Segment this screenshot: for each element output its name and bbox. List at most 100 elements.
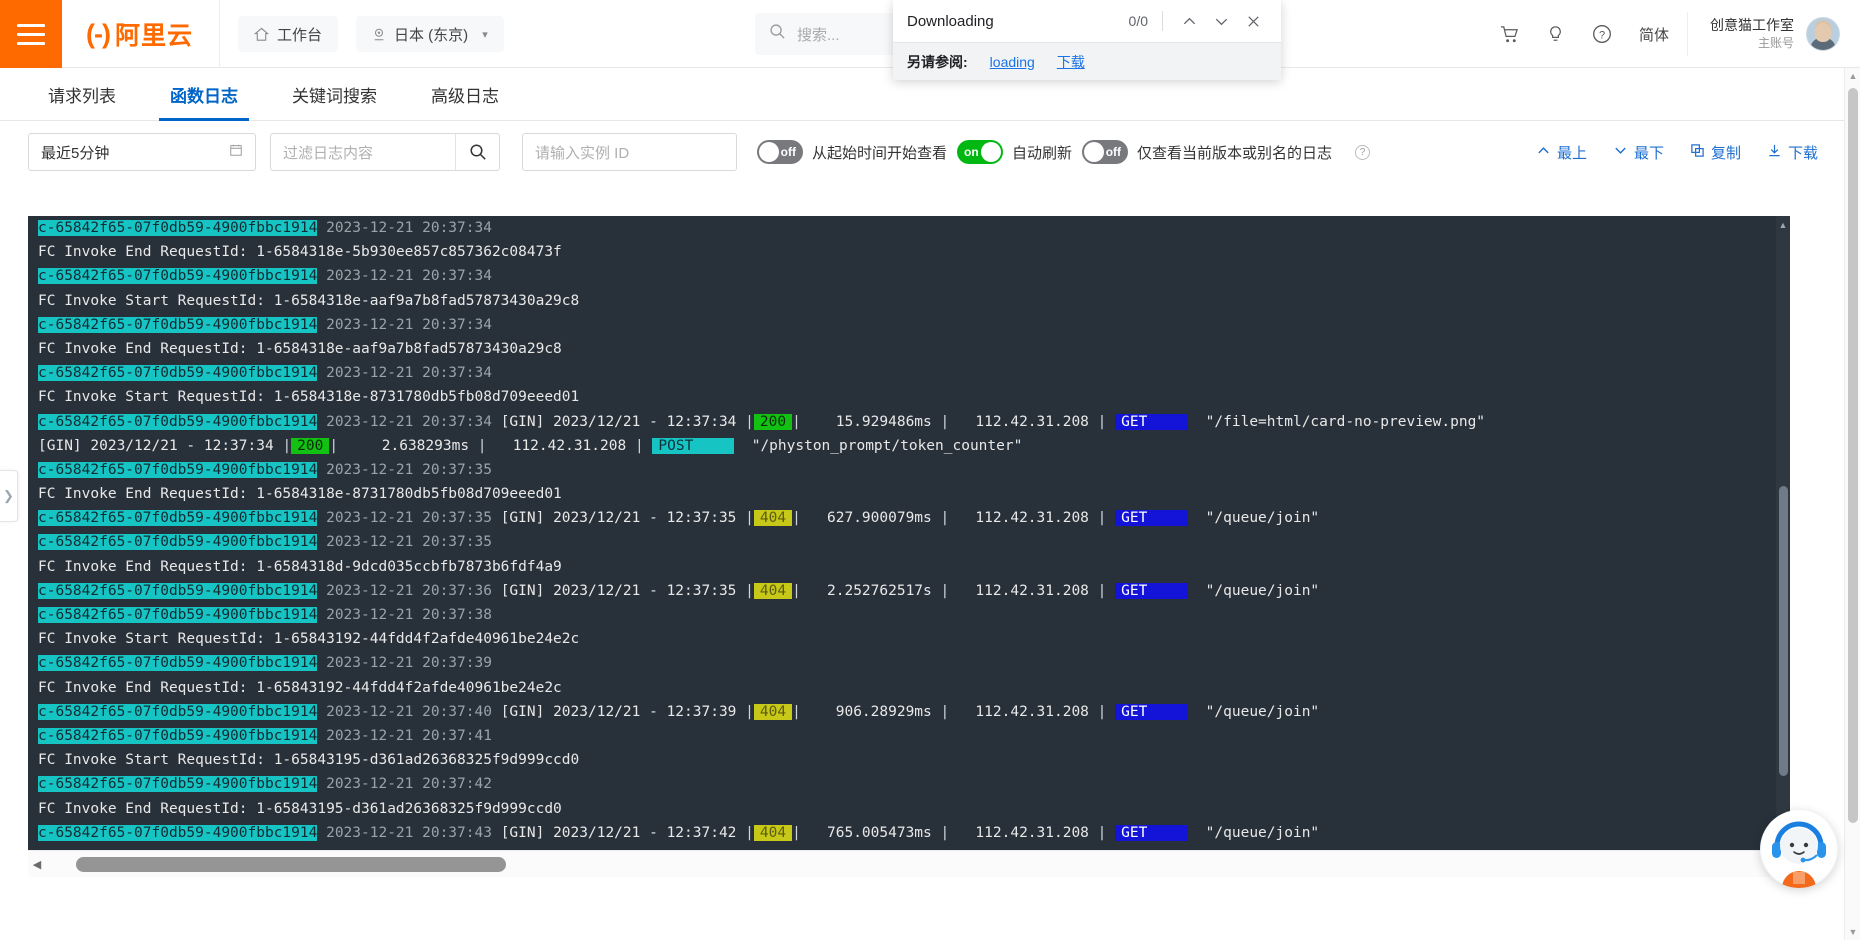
svg-text:?: ? xyxy=(1599,30,1605,42)
toggle-start-from-begin-label: 从起始时间开始查看 xyxy=(812,144,948,162)
toolbar-actions: 最上 最下 复制 下载 xyxy=(1536,142,1818,163)
download-icon xyxy=(1767,143,1782,162)
user-name: 创意猫工作室 xyxy=(1710,17,1794,34)
log-line: [GIN] 2023/12/21 - 12:37:34 | 200 | 2.6382… xyxy=(38,437,1023,454)
tab-advanced-logs[interactable]: 高级日志 xyxy=(427,82,503,120)
log-line: c-65842f65-07f0db59-4900fbbc1914 2023-12… xyxy=(38,268,492,285)
see-also-label: 另请参阅: xyxy=(907,53,968,70)
time-range-picker[interactable]: 最近5分钟 xyxy=(28,133,256,171)
log-line: c-65842f65-07f0db59-4900fbbc1914 2023-12… xyxy=(38,534,492,551)
copy-icon xyxy=(1690,143,1705,162)
language-selector[interactable]: 简体 xyxy=(1625,24,1683,45)
log-filter-input[interactable]: 过滤日志内容 xyxy=(270,133,500,171)
hscroll-track[interactable] xyxy=(46,851,1818,878)
global-search-placeholder: 搜索... xyxy=(797,26,840,44)
workbench-label: 工作台 xyxy=(277,26,323,44)
lightbulb-icon[interactable] xyxy=(1533,0,1579,68)
shopping-cart-icon[interactable] xyxy=(1487,0,1533,68)
log-vertical-scrollbar[interactable]: ▲ ▼ xyxy=(1776,216,1790,850)
log-viewport[interactable]: c-65842f65-07f0db59-4900fbbc1914 2023-12… xyxy=(28,216,1790,850)
log-line: FC Invoke End RequestId: 1-65843195-d361… xyxy=(38,800,562,817)
log-toolbar: 最近5分钟 过滤日志内容 请输入实例 ID off 从起始时间开始查看 on 自… xyxy=(0,121,1860,183)
download-see-also-bar: 另请参阅: loading 下载 xyxy=(893,42,1281,80)
aliyun-logo-mark: (-) xyxy=(86,18,111,49)
log-line: c-65842f65-07f0db59-4900fbbc1914 2023-12… xyxy=(38,316,492,333)
assistant-mascot-graphic xyxy=(1761,811,1837,888)
copy-logs-label: 复制 xyxy=(1710,144,1741,162)
user-names: 创意猫工作室 主账号 xyxy=(1710,16,1794,51)
help-circle-icon[interactable]: ? xyxy=(1355,144,1371,160)
aliyun-logo[interactable]: (-) 阿里云 xyxy=(62,0,220,68)
tab-request-list[interactable]: 请求列表 xyxy=(44,82,120,120)
search-icon[interactable] xyxy=(455,134,499,170)
divider xyxy=(1162,11,1163,31)
tab-keyword-search[interactable]: 关键词搜索 xyxy=(288,82,381,120)
log-horizontal-scrollbar[interactable]: ◀ ▶ xyxy=(28,850,1818,877)
toggle-auto-refresh-switch[interactable]: on xyxy=(957,140,1004,164)
log-line: FC Invoke End RequestId: 1-6584318e-5b93… xyxy=(38,244,562,261)
chevron-up-icon[interactable] xyxy=(1173,5,1205,37)
log-line: FC Invoke End RequestId: 1-6584318e-aaf9… xyxy=(38,340,562,357)
hamburger-icon[interactable] xyxy=(0,0,62,68)
toggle-start-from-begin-switch[interactable]: off xyxy=(757,140,803,164)
toggle-knob xyxy=(759,142,779,162)
scrollbar-up-arrow[interactable]: ▲ xyxy=(1777,218,1789,232)
download-logs-button[interactable]: 下载 xyxy=(1767,142,1818,163)
chevron-down-icon: ▾ xyxy=(482,28,488,41)
log-line: FC Invoke End RequestId: 1-6584318d-9dcd… xyxy=(38,558,562,575)
page-scroll-down-arrow[interactable]: ▼ xyxy=(1845,924,1860,940)
log-vertical-scroll-thumb[interactable] xyxy=(1779,486,1788,776)
user-role: 主账号 xyxy=(1757,36,1794,51)
page-scroll-up-arrow[interactable]: ▲ xyxy=(1845,68,1860,84)
header-right-group: ? 简体 创意猫工作室 主账号 xyxy=(1487,0,1860,68)
log-line: c-65842f65-07f0db59-4900fbbc1914 2023-12… xyxy=(38,655,492,672)
region-selector[interactable]: 日本 (东京) ▾ xyxy=(356,16,504,52)
log-line: c-65842f65-07f0db59-4900fbbc1914 2023-12… xyxy=(38,824,1320,841)
location-pin-icon xyxy=(372,27,386,42)
download-popup: Downloading 0/0 另请参阅: loading 下载 xyxy=(893,0,1281,80)
chevron-up-icon xyxy=(1536,143,1551,162)
log-line: c-65842f65-07f0db59-4900fbbc1914 2023-12… xyxy=(38,727,492,744)
search-icon xyxy=(769,23,786,45)
log-line: FC Invoke Start RequestId: 1-65843195-d3… xyxy=(38,752,580,769)
log-line: c-65842f65-07f0db59-4900fbbc1914 2023-12… xyxy=(38,220,492,236)
log-line: FC Invoke End RequestId: 1-6584318e-8731… xyxy=(38,486,562,503)
copy-logs-button[interactable]: 复制 xyxy=(1690,142,1741,163)
see-also-link-download[interactable]: 下载 xyxy=(1057,52,1085,72)
chevron-down-icon[interactable] xyxy=(1205,5,1237,37)
page-vertical-scrollbar[interactable]: ▲ ▼ xyxy=(1844,68,1860,940)
download-title: Downloading xyxy=(907,12,994,30)
toggle-current-version-only-switch[interactable]: off xyxy=(1082,140,1129,164)
workbench-button[interactable]: 工作台 xyxy=(238,16,339,52)
log-lines: c-65842f65-07f0db59-4900fbbc1914 2023-12… xyxy=(38,216,1485,845)
scroll-to-bottom-button[interactable]: 最下 xyxy=(1613,142,1664,163)
user-account-menu[interactable]: 创意猫工作室 主账号 xyxy=(1687,12,1860,56)
log-line: c-65842f65-07f0db59-4900fbbc1914 2023-12… xyxy=(38,461,492,478)
calendar-icon xyxy=(229,143,243,161)
close-icon[interactable] xyxy=(1237,5,1269,37)
log-horizontal-scroll-thumb[interactable] xyxy=(76,856,506,872)
download-popup-header: Downloading 0/0 xyxy=(893,0,1281,42)
sidebar-expand-handle[interactable]: ❯ xyxy=(0,470,18,522)
log-panel: c-65842f65-07f0db59-4900fbbc1914 2023-12… xyxy=(28,216,1818,877)
download-logs-label: 下载 xyxy=(1787,144,1818,162)
home-icon xyxy=(254,27,269,42)
hscroll-left-arrow[interactable]: ◀ xyxy=(28,858,46,871)
log-line: FC Invoke Start RequestId: 1-6584318e-aa… xyxy=(38,292,580,309)
log-line: c-65842f65-07f0db59-4900fbbc1914 2023-12… xyxy=(38,703,1320,720)
log-line: c-65842f65-07f0db59-4900fbbc1914 2023-12… xyxy=(38,413,1486,430)
chevron-down-icon xyxy=(1613,143,1628,162)
see-also-link-loading[interactable]: loading xyxy=(990,54,1035,70)
tab-function-logs[interactable]: 函数日志 xyxy=(159,82,249,121)
log-line: FC Invoke Start RequestId: 1-6584318e-87… xyxy=(38,389,580,406)
page-scroll-thumb[interactable] xyxy=(1848,88,1858,823)
avatar xyxy=(1806,17,1840,51)
toggle-auto-refresh-label: 自动刷新 xyxy=(1012,144,1073,162)
help-icon[interactable]: ? xyxy=(1579,0,1625,68)
log-line: FC Invoke End RequestId: 1-65843192-44fd… xyxy=(38,679,562,696)
support-assistant-icon[interactable] xyxy=(1760,810,1838,888)
instance-id-input[interactable]: 请输入实例 ID xyxy=(522,133,737,171)
scroll-to-top-button[interactable]: 最上 xyxy=(1536,142,1587,163)
toggle-current-version-only-label: 仅查看当前版本或别名的日志 xyxy=(1137,144,1333,162)
toggle-start-from-begin: off 从起始时间开始查看 xyxy=(757,140,955,164)
